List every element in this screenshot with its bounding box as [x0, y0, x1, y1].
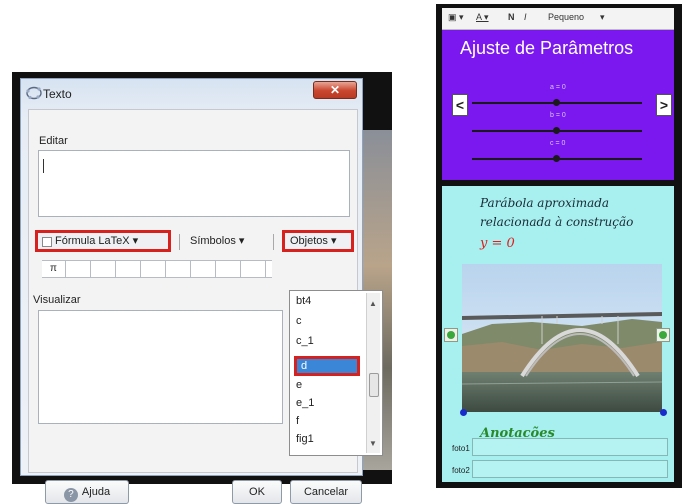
symbol-cell[interactable] [167, 261, 191, 277]
symbol-cell[interactable]: π [42, 261, 66, 277]
foto2-input[interactable] [472, 460, 668, 478]
text-caret [43, 159, 44, 173]
parabola-description: Parábola aproximada relacionada à constr… [480, 196, 634, 229]
dialog-body: Editar Fórmula LaTeX ▾ Símbolos ▾ Objeto… [28, 109, 383, 504]
dialog-title: Texto [43, 87, 72, 101]
photo-prev-button[interactable] [444, 328, 458, 342]
cancelar-button[interactable]: Cancelar [290, 480, 362, 504]
symbol-cell[interactable] [142, 261, 166, 277]
texto-dialog: Texto ✕ Editar Fórmula LaTeX ▾ Símbolos … [20, 78, 383, 504]
dropdown-item[interactable]: e [296, 379, 302, 391]
symbol-row: π [42, 260, 272, 278]
content-panel: Parábola aproximada relacionada à constr… [442, 186, 674, 482]
box-style-icon[interactable]: ▣ ▾ [448, 12, 464, 23]
visualizar-label: Visualizar [33, 294, 81, 306]
photo-next-button[interactable] [656, 328, 670, 342]
slider-b-label: b = 0 [550, 112, 566, 119]
foto1-label: foto1 [452, 444, 470, 453]
foto2-label: foto2 [452, 466, 470, 475]
bold-button[interactable]: N [508, 12, 515, 22]
params-title: Ajuste de Parâmetros [460, 38, 634, 58]
symbol-cell[interactable] [92, 261, 116, 277]
toolbar-separator [273, 234, 274, 250]
symbol-cell[interactable] [192, 261, 216, 277]
symbol-cell[interactable] [217, 261, 241, 277]
parabola-point[interactable] [460, 409, 467, 416]
dropdown-item[interactable]: fig1 [296, 433, 314, 445]
symbol-cell[interactable] [117, 261, 141, 277]
equation-text: y = 0 [480, 236, 515, 251]
close-button[interactable]: ✕ [313, 81, 357, 99]
parabola-point[interactable] [660, 409, 667, 416]
selected-item-label: d [301, 360, 308, 372]
slider-c-label: c = 0 [550, 140, 566, 147]
simbolos-menu[interactable]: Símbolos ▾ [190, 234, 244, 247]
scroll-down-icon[interactable]: ▼ [369, 439, 377, 448]
editar-label: Editar [39, 135, 68, 147]
dropdown-item[interactable]: c [296, 315, 302, 327]
slider-a-label: a = 0 [550, 84, 566, 91]
foto1-input[interactable] [472, 438, 668, 456]
slider-a-handle[interactable] [553, 99, 560, 106]
latex-label: Fórmula LaTeX ▾ [55, 235, 139, 247]
parameters-panel: Ajuste de Parâmetros < > a = 0 b = 0 c =… [442, 30, 674, 180]
italic-button[interactable]: I [524, 12, 527, 22]
dropdown-item[interactable]: f [296, 415, 299, 427]
dropdown-item[interactable]: c_1 [296, 335, 314, 347]
scroll-thumb[interactable] [369, 373, 379, 397]
help-icon: ? [63, 488, 78, 502]
scroll-up-icon[interactable]: ▲ [369, 299, 377, 308]
text-color-icon[interactable]: A ▾ [476, 12, 489, 23]
ajuda-button[interactable]: ? Ajuda [45, 480, 129, 504]
ok-button[interactable]: OK [232, 480, 282, 504]
chevron-down-icon[interactable]: ▾ [600, 12, 605, 23]
ajuda-label: Ajuda [81, 486, 111, 498]
symbol-cell[interactable] [242, 261, 266, 277]
symbol-cell[interactable] [67, 261, 91, 277]
objetos-menu[interactable]: Objetos ▾ [282, 230, 354, 252]
dropdown-item-selected[interactable]: d [294, 356, 360, 376]
dropdown-item[interactable]: bt4 [296, 295, 311, 307]
dropdown-item[interactable]: e_1 [296, 397, 314, 409]
toolbar-separator [179, 234, 180, 250]
geogebra-icon [26, 86, 42, 100]
objetos-dropdown: bt4 c c_1 d e e_1 f fig1 ▲ ▼ [289, 290, 383, 456]
slider-b-handle[interactable] [553, 127, 560, 134]
prev-button[interactable]: < [452, 94, 468, 116]
latex-checkbox[interactable] [42, 237, 52, 247]
objetos-label: Objetos ▾ [290, 235, 337, 247]
editar-textarea[interactable] [38, 150, 350, 217]
dropdown-scrollbar[interactable]: ▲ ▼ [366, 293, 380, 453]
slider-c-handle[interactable] [553, 155, 560, 162]
style-toolbar: ▣ ▾ A ▾ N I Pequeno ▾ [442, 8, 674, 30]
visualizar-preview [38, 310, 283, 424]
arrow-right-icon [659, 331, 667, 339]
next-button[interactable]: > [656, 94, 672, 116]
bridge-photo [462, 264, 662, 412]
font-size-select[interactable]: Pequeno [548, 12, 584, 22]
latex-formula-toggle[interactable]: Fórmula LaTeX ▾ [35, 230, 171, 252]
arrow-left-icon [447, 331, 455, 339]
